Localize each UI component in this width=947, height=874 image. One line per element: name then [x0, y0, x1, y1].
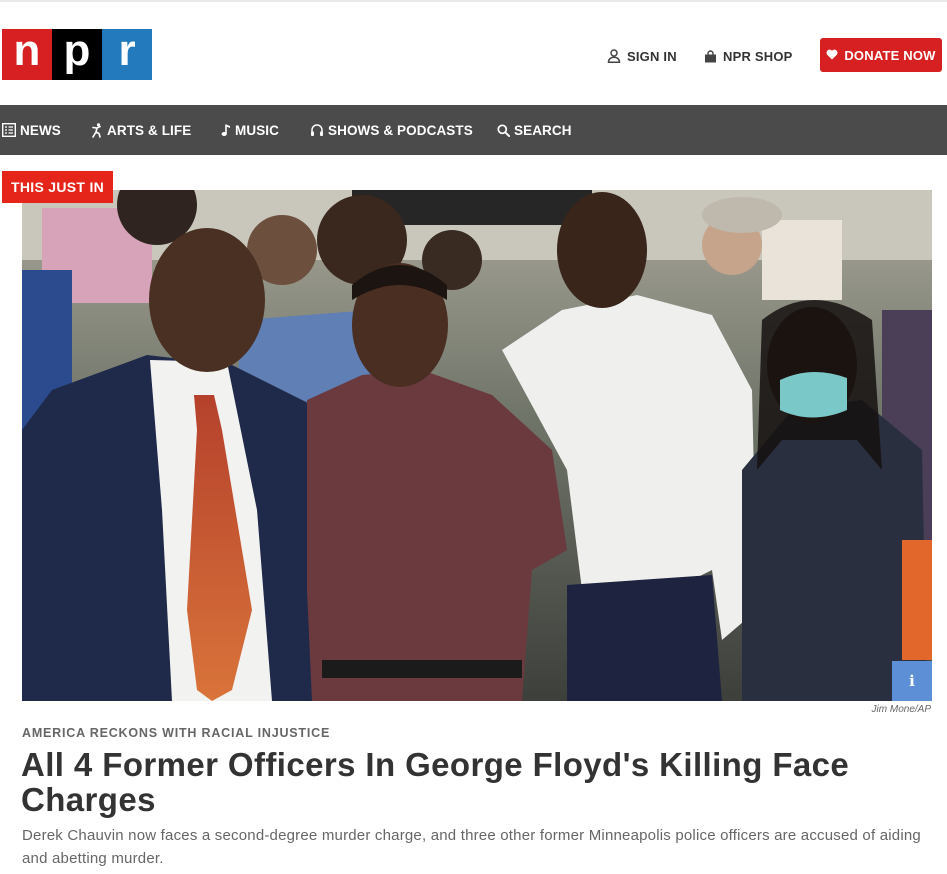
logo-letter-n: n — [2, 28, 52, 80]
sign-in-label: SIGN IN — [627, 48, 677, 64]
nav-label-arts-life: ARTS & LIFE — [107, 122, 192, 138]
logo-letter-p: p — [52, 28, 102, 80]
search-icon — [497, 123, 510, 137]
heart-icon — [826, 48, 838, 63]
site-header: n p r SIGN IN NPR SHOP DONATE NOW — [0, 2, 947, 105]
photo-credit: Jim Mone/AP — [871, 704, 931, 715]
npr-shop-label: NPR SHOP — [723, 48, 793, 64]
shopping-bag-icon — [704, 49, 717, 63]
story-teaser[interactable]: Derek Chauvin now faces a second-degree … — [22, 824, 922, 870]
donate-label: DONATE NOW — [844, 47, 936, 63]
logo-letter-r: r — [102, 28, 152, 80]
headphones-icon — [310, 123, 324, 137]
news-list-icon — [2, 123, 16, 137]
user-icon — [607, 49, 621, 63]
story-headline[interactable]: All 4 Former Officers In George Floyd's … — [21, 747, 931, 817]
dancer-icon — [91, 122, 103, 138]
npr-logo[interactable]: n p r — [2, 28, 152, 80]
story-slug[interactable]: AMERICA RECKONS WITH RACIAL INJUSTICE — [22, 726, 330, 740]
npr-shop-link[interactable]: NPR SHOP — [704, 40, 793, 72]
photo-info-button[interactable]: i — [892, 661, 932, 701]
sign-in-link[interactable]: SIGN IN — [607, 40, 677, 72]
nav-item-search[interactable]: SEARCH — [497, 105, 572, 155]
nav-label-search: SEARCH — [514, 122, 572, 138]
nav-label-shows-podcasts: SHOWS & PODCASTS — [328, 122, 473, 138]
donate-button[interactable]: DONATE NOW — [820, 38, 942, 72]
this-just-in-badge: THIS JUST IN — [2, 171, 114, 203]
nav-item-arts-life[interactable]: ARTS & LIFE — [91, 105, 191, 155]
nav-item-news[interactable]: NEWS — [2, 105, 61, 155]
music-note-icon — [221, 123, 231, 137]
nav-label-music: MUSIC — [235, 122, 279, 138]
nav-item-music[interactable]: MUSIC — [221, 105, 279, 155]
nav-label-news: NEWS — [20, 122, 61, 138]
nav-item-shows-podcasts[interactable]: SHOWS & PODCASTS — [310, 105, 473, 155]
story-photo[interactable] — [22, 190, 932, 701]
main-nav: NEWS ARTS & LIFE MUSIC SHOWS & PODCASTS … — [0, 105, 947, 155]
